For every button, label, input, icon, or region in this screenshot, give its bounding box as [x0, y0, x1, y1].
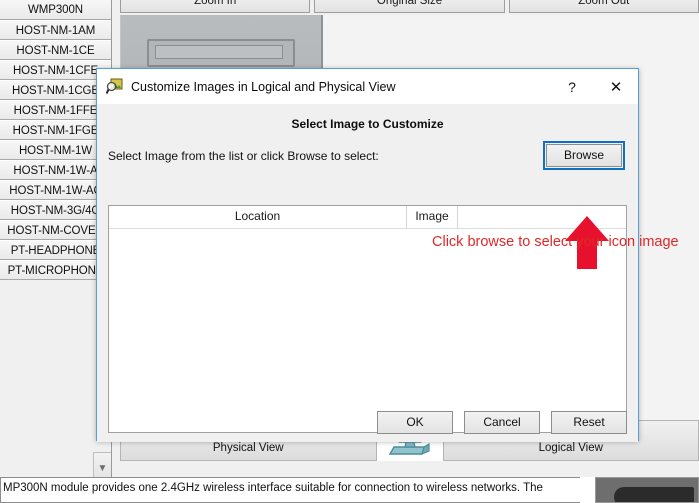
- list-item[interactable]: WMP300N: [0, 0, 111, 20]
- column-header-location[interactable]: Location: [109, 206, 406, 228]
- icon-in-logical-view-label-line2: Logical View: [538, 441, 603, 454]
- browse-button[interactable]: Browse: [543, 141, 625, 170]
- icon-in-physical-view-label-line2: Physical View: [212, 441, 284, 454]
- image-magnifier-icon-glyph: [105, 78, 123, 94]
- reset-button[interactable]: Reset: [551, 410, 627, 434]
- list-item[interactable]: HOST-NM-1FFE: [0, 100, 111, 120]
- device-description-text: MP300N module provides one 2.4GHz wirele…: [0, 477, 580, 503]
- list-item[interactable]: HOST-NM-1W-AC: [0, 180, 111, 200]
- image-magnifier-icon: [105, 78, 123, 95]
- select-image-heading: Select Image to Customize: [291, 117, 444, 131]
- select-image-row: Select Image from the list or click Brow…: [97, 131, 638, 170]
- zoom-in-button[interactable]: Zoom In: [120, 0, 311, 13]
- zoom-out-button[interactable]: Zoom Out: [508, 0, 699, 13]
- annotation-text: Click browse to select your icon image: [432, 234, 679, 250]
- list-item[interactable]: HOST-NM-1CFE: [0, 60, 111, 80]
- list-item[interactable]: HOST-NM-1CGE: [0, 80, 111, 100]
- dialog-body: Select Image to Customize Select Image f…: [97, 104, 679, 442]
- list-item[interactable]: HOST-NM-3G/4G: [0, 200, 111, 220]
- dialog-title: Customize Images in Logical and Physical…: [131, 79, 396, 94]
- list-item[interactable]: HOST-NM-1W: [0, 140, 111, 160]
- dialog-titlebar[interactable]: Customize Images in Logical and Physical…: [97, 69, 638, 104]
- list-item[interactable]: HOST-NM-1W-A: [0, 160, 111, 180]
- list-item[interactable]: HOST-NM-1CE: [0, 40, 111, 60]
- customize-images-dialog: Customize Images in Logical and Physical…: [96, 68, 679, 442]
- ok-button[interactable]: OK: [377, 410, 453, 434]
- list-item[interactable]: HOST-NM-1FGE: [0, 120, 111, 140]
- device-thumbnail-image: [595, 477, 699, 503]
- close-icon[interactable]: ✕: [594, 70, 638, 104]
- device-photo-slot: [155, 45, 283, 59]
- zoom-toolbar: Zoom In Original Size Zoom Out: [120, 0, 699, 13]
- description-row: MP300N module provides one 2.4GHz wirele…: [0, 477, 699, 503]
- original-size-button[interactable]: Original Size: [314, 0, 505, 13]
- list-item[interactable]: HOST-NM-COVER: [0, 220, 111, 240]
- table-header: Location Image: [109, 206, 626, 229]
- list-item[interactable]: PT-MICROPHONE: [0, 260, 111, 280]
- cancel-button[interactable]: Cancel: [464, 410, 540, 434]
- dialog-button-row: OK Cancel Reset: [97, 402, 638, 442]
- list-item[interactable]: PT-HEADPHONE: [0, 240, 111, 260]
- column-header-image[interactable]: Image: [406, 206, 458, 228]
- list-item[interactable]: HOST-NM-1AM: [0, 20, 111, 40]
- help-icon[interactable]: ?: [550, 70, 594, 104]
- select-image-instruction: Select Image from the list or click Brow…: [108, 148, 379, 163]
